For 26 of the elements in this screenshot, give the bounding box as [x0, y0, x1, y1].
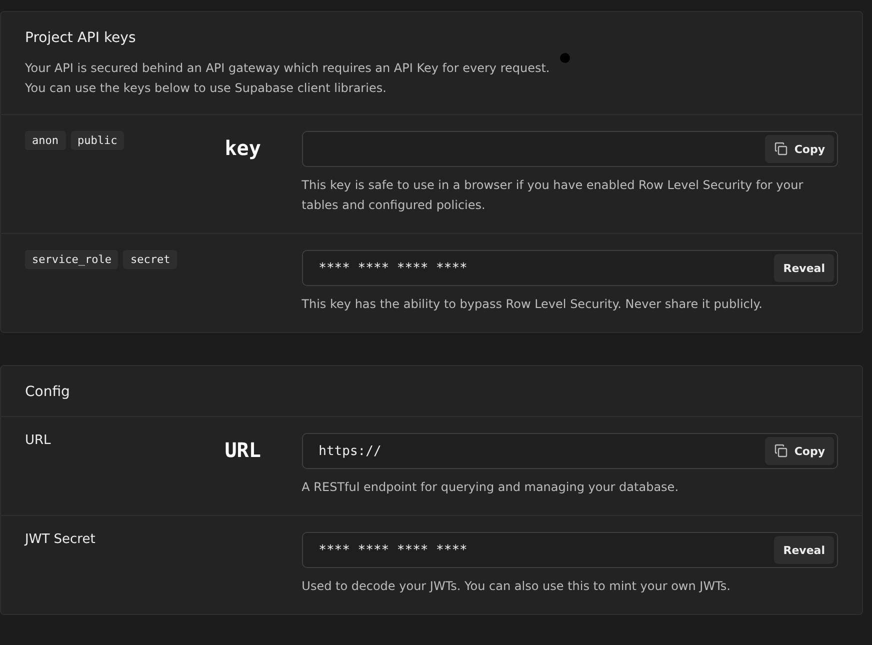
annotation-label: URL: [224, 438, 261, 464]
key-tag: service_role: [25, 250, 118, 269]
annotation-label: key: [224, 136, 261, 162]
row-label: URL: [25, 433, 51, 448]
input-field[interactable]: Copy: [302, 131, 838, 167]
help-text: This key has the ability to bypass Row Level Security. Never share it publicly.: [302, 296, 764, 313]
card-title: Config: [25, 384, 71, 400]
copy-icon: [774, 444, 788, 458]
card-description: You can use the keys below to use Supabase client libraries.: [25, 80, 388, 97]
reveal-button[interactable]: Reveal: [774, 254, 834, 282]
key-tag: secret: [123, 250, 178, 269]
input-field[interactable]: **** **** **** **** Reveal: [302, 250, 838, 286]
help-text: A RESTful endpoint for querying and managing your database.: [302, 479, 680, 496]
copy-button[interactable]: Copy: [765, 135, 834, 163]
help-text: Used to decode your JWTs. You can also use this to mint your own JWTs.: [302, 578, 732, 595]
card-description: Your API is secured behind an API gateway which requires an API Key for every request.: [25, 60, 551, 77]
row-label: JWT Secret: [25, 532, 96, 547]
reveal-button[interactable]: Reveal: [774, 536, 834, 564]
key-tag: anon: [25, 131, 66, 150]
copy-button[interactable]: Copy: [765, 437, 834, 465]
help-text: This key is safe to use in a browser if you have enabled Row Level Security for your tables and configured policies.: [302, 177, 804, 214]
key-tag: public: [70, 131, 124, 150]
input-field[interactable]: https:// Copy: [302, 433, 838, 469]
card-title: Project API keys: [25, 30, 137, 46]
copy-icon: [774, 142, 788, 156]
input-field[interactable]: **** **** **** **** Reveal: [302, 532, 838, 568]
